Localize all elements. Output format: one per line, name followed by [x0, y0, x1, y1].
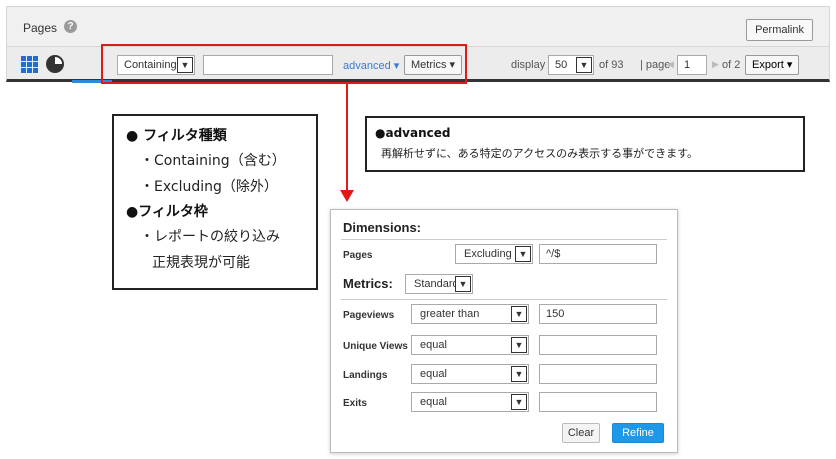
divider — [341, 299, 667, 300]
page-title: Pages — [23, 21, 58, 35]
display-count-value: 50 — [555, 59, 568, 71]
metric-operator-value: equal — [420, 396, 447, 408]
advanced-filter-panel: Dimensions: Pages Excluding ▼ ^/$ Metric… — [330, 209, 678, 453]
arrow-down-icon — [340, 190, 354, 202]
metric-operator-select[interactable]: greater than ▼ — [411, 304, 529, 324]
metric-value-input[interactable] — [539, 364, 657, 384]
metrics-set-select[interactable]: Standard ▼ — [405, 274, 473, 294]
chevron-down-icon: ▼ — [576, 57, 592, 73]
chevron-down-icon: ▼ — [511, 337, 527, 353]
metric-value-input[interactable] — [539, 335, 657, 355]
question-circle-icon[interactable]: ? — [64, 20, 77, 33]
report-header: Pages ? Permalink — [6, 6, 830, 46]
note-heading-advanced: ●advanced — [375, 126, 451, 140]
dimensions-heading: Dimensions: — [343, 220, 422, 235]
metric-row-label: Exits — [343, 398, 367, 409]
metric-operator-select[interactable]: equal ▼ — [411, 335, 529, 355]
pages-filter-select[interactable]: Excluding ▼ — [455, 244, 533, 264]
page-label: | page — [640, 59, 671, 71]
display-count-select[interactable]: 50 ▼ — [548, 55, 594, 75]
chevron-down-icon: ▼ — [511, 394, 527, 410]
chevron-down-icon: ▼ — [511, 366, 527, 382]
next-page-icon[interactable]: ▶ — [712, 59, 719, 70]
callout-line — [346, 83, 348, 191]
note-heading-filter-type: ● フィルタ種類 — [126, 128, 227, 144]
metrics-set-value: Standard — [414, 278, 459, 290]
pages-filter-value: Excluding — [464, 248, 512, 260]
total-count: of 93 — [599, 59, 624, 71]
chevron-down-icon: ▼ — [511, 306, 527, 322]
metric-row-label: Unique Views — [343, 341, 408, 352]
note-item-containing: ・Containing（含む） — [140, 153, 286, 169]
chevron-down-icon: ▼ — [455, 276, 471, 292]
metric-operator-select[interactable]: equal ▼ — [411, 392, 529, 412]
clear-button[interactable]: Clear — [562, 423, 600, 443]
chevron-down-icon: ▼ — [515, 246, 531, 262]
permalink-button[interactable]: Permalink — [746, 19, 813, 41]
note-item-narrowing: ・レポートの絞り込み — [140, 229, 280, 245]
page-number-input[interactable]: 1 — [677, 55, 707, 75]
metrics-heading: Metrics: — [343, 276, 393, 291]
note-text-advanced: 再解析せずに、ある特定のアクセスのみ表示する事ができます。 — [381, 147, 699, 160]
metric-value-input[interactable] — [539, 392, 657, 412]
pie-chart-icon[interactable] — [46, 55, 64, 73]
metric-operator-value: equal — [420, 339, 447, 351]
grid-view-icon[interactable] — [21, 56, 38, 73]
metric-operator-value: greater than — [420, 308, 480, 320]
metric-operator-value: equal — [420, 368, 447, 380]
note-heading-filter-box: ●フィルタ枠 — [126, 204, 208, 220]
divider — [341, 239, 667, 240]
advanced-note: ●advanced 再解析せずに、ある特定のアクセスのみ表示する事ができます。 — [365, 116, 805, 172]
pages-label: Pages — [343, 250, 373, 261]
note-item-excluding: ・Excluding（除外） — [140, 179, 278, 195]
note-item-regex: 正規表現が可能 — [152, 255, 250, 271]
refine-button[interactable]: Refine — [612, 423, 664, 443]
metric-operator-select[interactable]: equal ▼ — [411, 364, 529, 384]
prev-page-icon[interactable]: ◀ — [667, 59, 674, 70]
display-label: display — [511, 59, 546, 71]
metric-value-input[interactable]: 150 — [539, 304, 657, 324]
metric-row-label: Pageviews — [343, 310, 395, 321]
filter-note: ● フィルタ種類 ・Containing（含む） ・Excluding（除外） … — [112, 114, 318, 290]
metric-row-label: Landings — [343, 370, 388, 381]
total-pages: of 2 — [722, 59, 741, 71]
pages-filter-input[interactable]: ^/$ — [539, 244, 657, 264]
export-button[interactable]: Export ▾ — [745, 55, 800, 75]
highlight-box — [101, 44, 467, 84]
